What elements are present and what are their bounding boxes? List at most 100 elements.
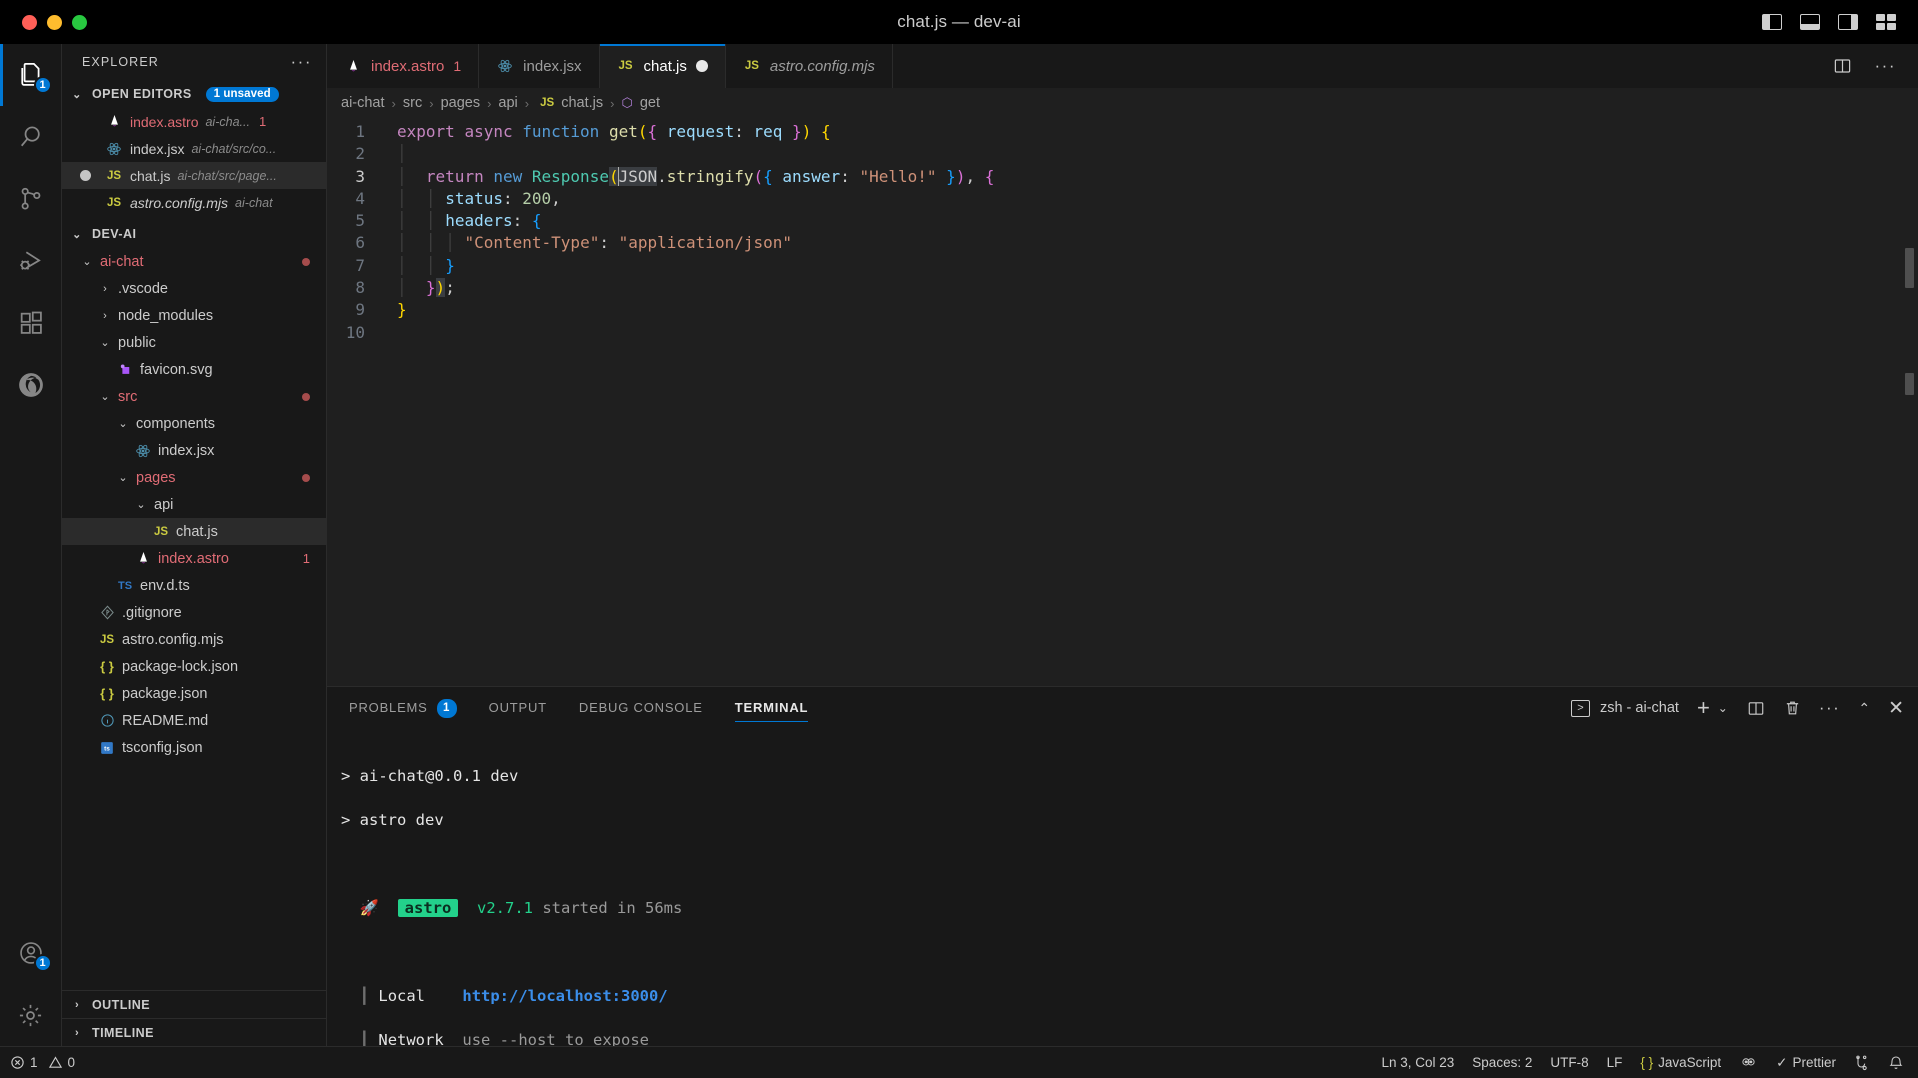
chevron-down-icon[interactable]: ⌄: [116, 471, 130, 484]
minimize-window-button[interactable]: [47, 14, 62, 30]
chevron-right-icon: ›: [74, 998, 80, 1011]
tree-file-astro-config-mjs[interactable]: JS astro.config.mjs: [62, 626, 326, 653]
encoding[interactable]: UTF-8: [1550, 1055, 1588, 1070]
language-mode[interactable]: { } JavaScript: [1640, 1055, 1721, 1070]
activity-item-remote-explorer[interactable]: [0, 354, 62, 416]
terminal-output[interactable]: > ai-chat@0.0.1 dev > astro dev 🚀 astro …: [327, 729, 1918, 1046]
tree-file-chat-js[interactable]: JS chat.js: [62, 518, 326, 545]
new-terminal-icon[interactable]: +: [1697, 697, 1710, 719]
breadcrumb-item-file[interactable]: chat.js: [561, 95, 603, 111]
split-editor-icon[interactable]: [1832, 57, 1853, 75]
toggle-secondary-sidebar-icon[interactable]: [1838, 14, 1858, 30]
dirty-indicator-icon[interactable]: [80, 170, 91, 181]
minimap-slider[interactable]: [1905, 248, 1914, 288]
activity-item-explorer[interactable]: 1: [0, 44, 62, 106]
tree-file-package-json[interactable]: { } package.json: [62, 680, 326, 707]
customize-layout-icon[interactable]: [1876, 14, 1896, 30]
chevron-right-icon[interactable]: ›: [98, 310, 112, 322]
tree-file-readme-md[interactable]: README.md: [62, 707, 326, 734]
code-editor[interactable]: 1 export async function get({ request: r…: [327, 118, 1918, 686]
window-controls[interactable]: [0, 14, 87, 30]
chevron-down-icon[interactable]: ⌄: [98, 336, 112, 349]
tree-file-favicon-svg[interactable]: favicon.svg: [62, 356, 326, 383]
toggle-primary-sidebar-icon[interactable]: [1762, 14, 1782, 30]
breadcrumb-item-pages[interactable]: pages: [441, 95, 481, 111]
panel-more-actions-icon[interactable]: ···: [1819, 698, 1840, 718]
activity-item-source-control[interactable]: [0, 168, 62, 230]
split-terminal-icon[interactable]: [1746, 700, 1766, 717]
panel-tab-problems[interactable]: PROBLEMS 1: [349, 687, 457, 729]
problems-status[interactable]: 1 0: [10, 1055, 75, 1070]
maximize-panel-icon[interactable]: ⌃: [1858, 700, 1870, 717]
tab-dirty-indicator[interactable]: [695, 60, 708, 72]
panel-tab-terminal[interactable]: TERMINAL: [734, 687, 809, 729]
tree-folder-pages[interactable]: ⌄ pages: [62, 464, 326, 491]
remote-icon[interactable]: [1854, 1055, 1870, 1071]
tab-chat-js[interactable]: JS chat.js: [599, 44, 726, 88]
maximize-window-button[interactable]: [72, 14, 87, 30]
tree-file-index-astro[interactable]: index.astro 1: [62, 545, 326, 572]
activity-item-run-and-debug[interactable]: [0, 230, 62, 292]
close-panel-icon[interactable]: ✕: [1888, 697, 1904, 720]
breadcrumb-item-api[interactable]: api: [498, 95, 517, 111]
activity-item-settings[interactable]: [0, 984, 62, 1046]
activity-item-extensions[interactable]: [0, 292, 62, 354]
breadcrumb-item-src[interactable]: src: [403, 95, 422, 111]
line-text: [375, 322, 397, 344]
open-editor-row[interactable]: JS chat.js ai-chat/src/page...: [62, 162, 326, 189]
outline-section-header[interactable]: › OUTLINE: [62, 990, 326, 1018]
tree-folder-ai-chat[interactable]: ⌄ ai-chat: [62, 248, 326, 275]
sidebar-more-actions-icon[interactable]: ···: [291, 52, 312, 72]
chevron-down-icon[interactable]: ⌄: [98, 390, 112, 403]
prettier-status[interactable]: ✓ Prettier: [1776, 1055, 1836, 1071]
tree-file-env-d-ts[interactable]: TS env.d.ts: [62, 572, 326, 599]
activity-item-search[interactable]: [0, 106, 62, 168]
workspace-section-header[interactable]: ⌄ DEV-AI: [62, 220, 326, 248]
open-editor-row[interactable]: JS astro.config.mjs ai-chat: [62, 189, 326, 216]
bell-icon[interactable]: [1888, 1055, 1904, 1071]
open-editor-path: ai-chat/src/co...: [191, 141, 277, 156]
cursor-position[interactable]: Ln 3, Col 23: [1381, 1055, 1454, 1070]
tree-folder-api[interactable]: ⌄ api: [62, 491, 326, 518]
chevron-down-icon[interactable]: ⌄: [80, 255, 94, 268]
tree-file-index-jsx[interactable]: index.jsx: [62, 437, 326, 464]
tree-file-package-lock-json[interactable]: { } package-lock.json: [62, 653, 326, 680]
kill-terminal-icon[interactable]: [1784, 699, 1801, 717]
tree-folder-src[interactable]: ⌄ src: [62, 383, 326, 410]
terminal-selector[interactable]: > zsh - ai-chat: [1570, 699, 1679, 717]
open-editors-section-header[interactable]: ⌄ OPEN EDITORS 1 unsaved: [62, 80, 326, 108]
react-glyph: [136, 444, 150, 457]
terminal-dropdown-icon[interactable]: ⌄: [1718, 701, 1728, 715]
editor-more-actions-icon[interactable]: ···: [1875, 56, 1896, 76]
tree-folder-components[interactable]: ⌄ components: [62, 410, 326, 437]
tree-file-tsconfig-json[interactable]: ts tsconfig.json: [62, 734, 326, 761]
line-text: export async function get({ request: req…: [397, 122, 831, 141]
local-url[interactable]: http://localhost:3000/: [462, 987, 667, 1005]
tree-folder-node-modules[interactable]: › node_modules: [62, 302, 326, 329]
search-icon: [20, 126, 40, 147]
tab-index-astro[interactable]: index.astro 1: [327, 44, 480, 88]
tree-folder--vscode[interactable]: › .vscode: [62, 275, 326, 302]
tab-index-jsx[interactable]: index.jsx: [479, 44, 600, 88]
panel-tab-output[interactable]: OUTPUT: [489, 687, 547, 729]
indentation[interactable]: Spaces: 2: [1472, 1055, 1532, 1070]
toggle-panel-icon[interactable]: [1800, 14, 1820, 30]
chevron-down-icon[interactable]: ⌄: [116, 417, 130, 430]
chevron-down-icon[interactable]: ⌄: [134, 498, 148, 511]
minimap-marker[interactable]: [1905, 373, 1914, 395]
chevron-right-icon[interactable]: ›: [98, 283, 112, 295]
open-editor-row[interactable]: index.jsx ai-chat/src/co...: [62, 135, 326, 162]
breadcrumb-item-project[interactable]: ai-chat: [341, 95, 385, 111]
panel-tab-label: PROBLEMS: [349, 700, 428, 715]
timeline-section-header[interactable]: › TIMELINE: [62, 1018, 326, 1046]
live-share-icon[interactable]: [1739, 1055, 1758, 1070]
end-of-line[interactable]: LF: [1607, 1055, 1623, 1070]
close-window-button[interactable]: [22, 14, 37, 30]
activity-item-accounts[interactable]: 1: [0, 922, 62, 984]
tree-folder-public[interactable]: ⌄ public: [62, 329, 326, 356]
tree-file--gitignore[interactable]: .gitignore: [62, 599, 326, 626]
panel-tab-debug-console[interactable]: DEBUG CONSOLE: [579, 687, 703, 729]
tab-astro-config-mjs[interactable]: JS astro.config.mjs: [725, 44, 893, 88]
open-editor-row[interactable]: index.astro ai-cha... 1: [62, 108, 326, 135]
breadcrumb-item-symbol[interactable]: get: [640, 95, 660, 111]
